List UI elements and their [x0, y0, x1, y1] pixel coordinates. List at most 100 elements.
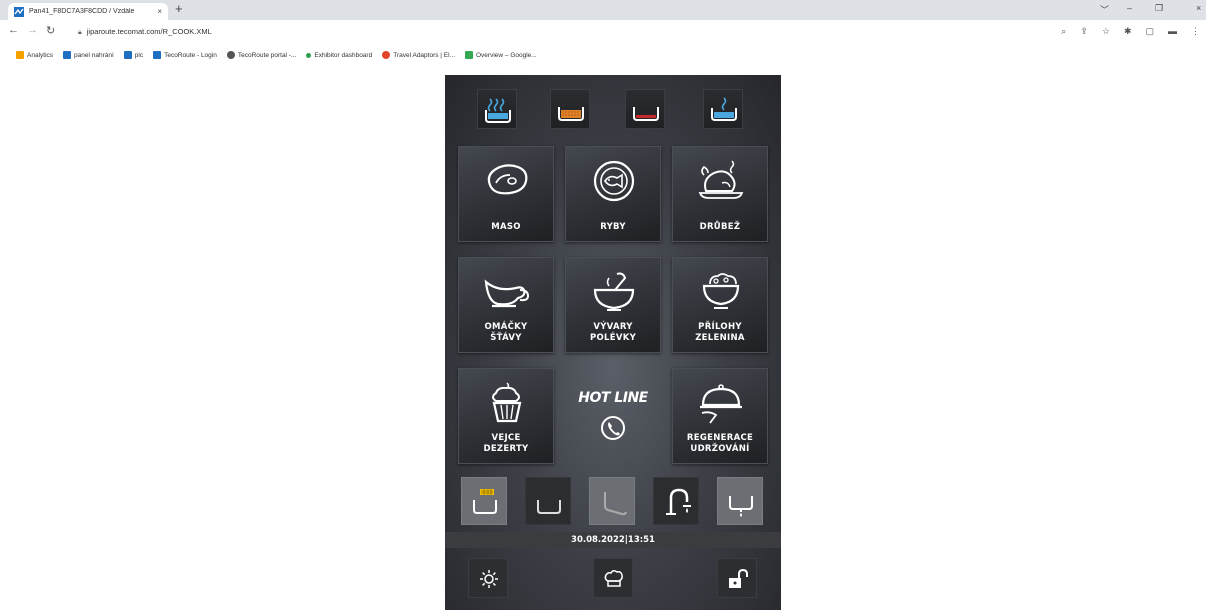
bookmark-label: TecoRoute - Login	[164, 51, 217, 59]
tab-search-icon[interactable]: ﹀	[1100, 3, 1109, 16]
tecoroute-icon	[123, 51, 132, 59]
control-row	[445, 477, 781, 525]
browser-tab[interactable]: Pan41_F8DC7A3F8CDD / Vzdále ×	[8, 3, 168, 20]
bookmark-label: TecoRoute portal -...	[237, 51, 297, 59]
globe-icon	[226, 51, 235, 59]
bookmark-star-icon[interactable]: ☆	[1102, 26, 1110, 37]
drain-control[interactable]	[717, 477, 763, 525]
bookmark-item[interactable]: Exhibitor dashboard	[306, 52, 372, 59]
hot-oil-bath-icon	[558, 107, 584, 121]
bookmark-item[interactable]: TecoRoute portal -...	[226, 51, 297, 59]
tile-omacky[interactable]: OMÁČKY ŠŤÁVY	[458, 257, 554, 353]
tecoroute-favicon-icon	[14, 6, 24, 17]
basket-control[interactable]	[461, 477, 507, 525]
tile-maso[interactable]: MASO	[458, 146, 554, 242]
bookmark-item[interactable]: Travel Adaptors | El...	[382, 51, 455, 59]
url-field[interactable]: 🔒︎ jiparoute.tecomat.com/R_COOK.XML	[78, 27, 212, 37]
tile-label: MASO	[459, 222, 553, 233]
settings-button[interactable]	[468, 558, 508, 598]
dot-icon	[306, 52, 312, 58]
bookmark-item[interactable]: panel nahrání	[63, 51, 114, 59]
pan-icon	[537, 500, 561, 514]
hotline-title[interactable]: HOT LINE	[563, 390, 663, 406]
menu-icon[interactable]: ⋮	[1191, 26, 1200, 37]
water-bath-icon	[711, 97, 737, 121]
tile-label-line: DRŮBEŽ	[699, 222, 741, 232]
browser-tab-strip: Pan41_F8DC7A3F8CDD / Vzdále × + ﹀ – ❐ ×	[0, 0, 1206, 20]
bookmark-item[interactable]: plc	[123, 51, 144, 59]
analytics-icon	[16, 51, 24, 59]
extensions-icon[interactable]: ✱	[1124, 26, 1132, 37]
sidebar-icon[interactable]: ▢	[1145, 26, 1154, 37]
tile-vyvary[interactable]: VÝVARY POLÉVKY	[565, 257, 661, 353]
close-window-button[interactable]: ×	[1196, 3, 1201, 13]
water-bath-button[interactable]	[703, 89, 743, 129]
red-bath-icon	[633, 107, 659, 121]
gravy-boat-icon	[484, 279, 530, 308]
new-tab-button[interactable]: +	[175, 1, 183, 16]
tile-label-line: VEJCE	[491, 433, 521, 443]
hot-oil-bath-button[interactable]	[550, 89, 590, 129]
steam-bath-button[interactable]	[477, 89, 517, 129]
bookmark-item[interactable]: TecoRoute - Login	[153, 51, 217, 59]
tile-prilohy[interactable]: PŘÍLOHY ZELENINA	[672, 257, 768, 353]
tile-label: VEJCE DEZERTY	[459, 433, 553, 455]
steam-bath-icon	[485, 98, 511, 123]
bath-mode-row	[445, 89, 781, 129]
side-dish-icon	[702, 273, 740, 309]
bookmark-item[interactable]: Overview – Google...	[465, 51, 537, 59]
share-icon[interactable]: ⇪	[1080, 26, 1088, 37]
forward-arrow-icon[interactable]: →	[27, 24, 38, 36]
minimize-button[interactable]: –	[1127, 3, 1132, 13]
phone-icon[interactable]	[600, 415, 626, 441]
unlock-button[interactable]	[717, 558, 757, 598]
location-icon	[465, 51, 473, 59]
tile-label-line: PŘÍLOHY	[698, 322, 742, 332]
steak-icon	[487, 164, 528, 195]
fish-plate-icon	[593, 160, 635, 202]
chef-button[interactable]	[593, 558, 633, 598]
tab-close-icon[interactable]: ×	[157, 7, 162, 16]
tile-label-line: UDRŽOVÁNÍ	[690, 444, 750, 454]
zoom-icon[interactable]: ⌕	[1061, 26, 1066, 37]
tecoroute-icon	[63, 51, 72, 59]
restore-button[interactable]: ❐	[1155, 3, 1163, 14]
pan-control[interactable]	[525, 477, 571, 525]
bookmark-label: Travel Adaptors | El...	[393, 51, 455, 59]
tile-vejce[interactable]: VEJCE DEZERTY	[458, 368, 554, 464]
poultry-icon	[698, 160, 744, 199]
back-arrow-icon[interactable]: ←	[8, 24, 19, 36]
tile-label: OMÁČKY ŠŤÁVY	[459, 322, 553, 344]
tilt-control[interactable]	[589, 477, 635, 525]
reload-icon[interactable]: ↻	[46, 24, 55, 37]
tile-label-line: POLÉVKY	[589, 333, 637, 343]
profile-icon[interactable]: ▬	[1168, 26, 1177, 37]
bookmark-label: Overview – Google...	[476, 51, 537, 59]
bookmark-label: Exhibitor dashboard	[314, 51, 373, 59]
travel-icon	[382, 51, 391, 59]
chef-hat-icon	[604, 569, 623, 587]
tile-label: DRŮBEŽ	[673, 222, 767, 233]
bookmark-label: plc	[134, 51, 144, 59]
tile-label-line: RYBY	[600, 222, 626, 232]
cloche-icon	[700, 384, 742, 424]
tile-regenerace[interactable]: REGENERACE UDRŽOVÁNÍ	[672, 368, 768, 464]
tile-label: RYBY	[566, 222, 660, 233]
bookmark-label: Analytics	[27, 51, 54, 59]
tab-title: Pan41_F8DC7A3F8CDD / Vzdále	[29, 8, 135, 15]
cupcake-icon	[492, 382, 522, 423]
bookmark-item[interactable]: Analytics	[16, 51, 53, 59]
faucet-control[interactable]	[653, 477, 699, 525]
cook-panel: MASO RYBY DRŮBEŽ OMÁČKY ŠŤÁVY VÝVARY POL…	[445, 75, 781, 610]
gear-icon	[480, 570, 498, 588]
tile-label: VÝVARY POLÉVKY	[566, 322, 660, 344]
unlock-icon	[729, 568, 748, 588]
faucet-icon	[666, 488, 691, 515]
tile-label: REGENERACE UDRŽOVÁNÍ	[673, 433, 767, 455]
soup-bowl-icon	[593, 272, 635, 311]
tile-ryby[interactable]: RYBY	[565, 146, 661, 242]
red-bath-button[interactable]	[625, 89, 665, 129]
bookmark-label: panel nahrání	[74, 51, 114, 59]
tile-drubez[interactable]: DRŮBEŽ	[672, 146, 768, 242]
drain-icon	[729, 496, 753, 517]
